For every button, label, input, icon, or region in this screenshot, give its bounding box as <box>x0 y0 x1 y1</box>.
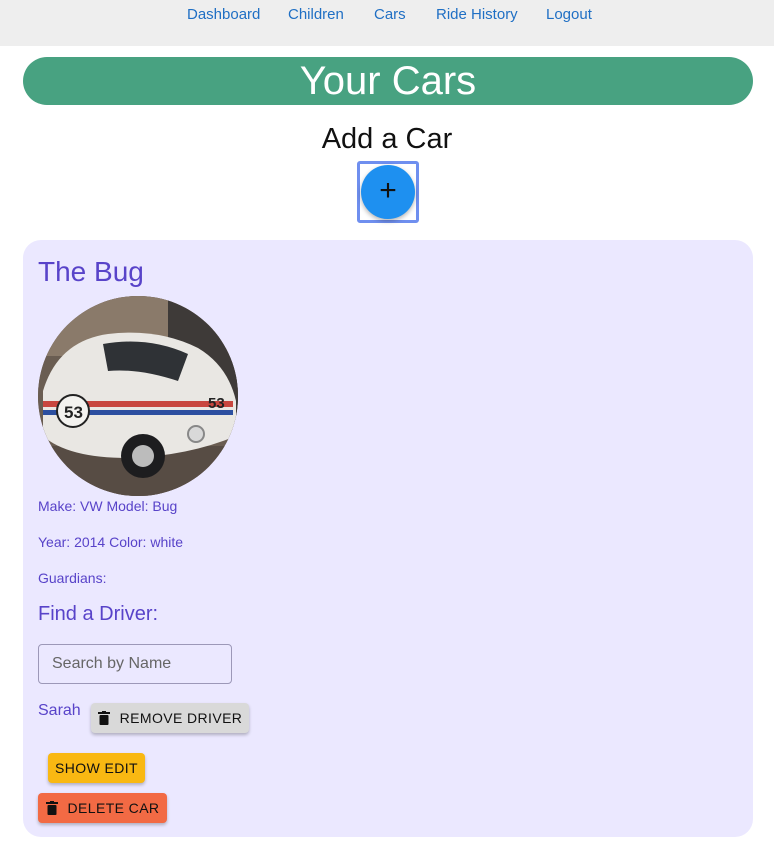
driver-search-input[interactable] <box>38 644 232 684</box>
find-driver-heading: Find a Driver: <box>38 603 159 625</box>
trash-icon <box>45 801 58 815</box>
add-car-button[interactable]: + <box>361 165 415 219</box>
show-edit-label: SHOW EDIT <box>55 760 138 776</box>
guardians-label: Guardians: <box>38 570 107 586</box>
car-make-model: Make: VW Model: Bug <box>38 498 178 514</box>
remove-driver-label: REMOVE DRIVER <box>119 710 243 726</box>
add-car-heading: Add a Car <box>321 123 453 155</box>
nav-link-children[interactable]: Children <box>288 6 344 23</box>
svg-text:53: 53 <box>64 403 83 422</box>
delete-car-button[interactable]: DELETE CAR <box>38 793 167 823</box>
driver-name: Sarah <box>38 702 81 719</box>
remove-driver-button[interactable]: REMOVE DRIVER <box>91 703 249 733</box>
svg-text:53: 53 <box>208 395 225 412</box>
car-photo: 53 53 <box>38 296 238 496</box>
top-navigation: Dashboard Children Cars Ride History Log… <box>0 0 774 46</box>
nav-link-dashboard[interactable]: Dashboard <box>187 6 260 23</box>
nav-link-cars[interactable]: Cars <box>374 6 406 23</box>
car-year-color: Year: 2014 Color: white <box>38 534 184 550</box>
nav-link-ride-history[interactable]: Ride History <box>436 6 518 23</box>
show-edit-button[interactable]: SHOW EDIT <box>48 753 145 783</box>
delete-car-label: DELETE CAR <box>67 800 160 816</box>
nav-link-logout[interactable]: Logout <box>546 6 592 23</box>
car-name: The Bug <box>38 256 144 287</box>
trash-icon <box>97 711 110 725</box>
plus-icon: + <box>379 174 397 207</box>
page-title: Your Cars <box>23 57 753 105</box>
